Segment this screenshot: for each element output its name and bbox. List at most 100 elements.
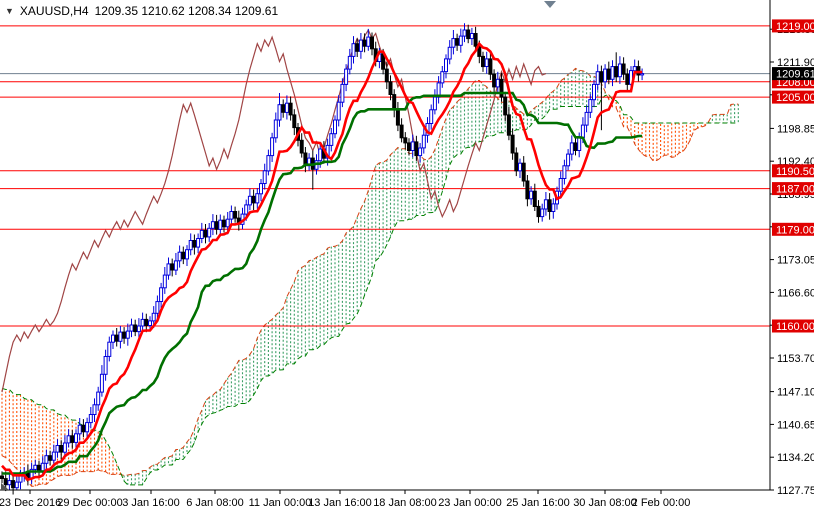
bear-candle — [181, 251, 186, 260]
bear-candle — [547, 199, 552, 213]
bear-candle — [573, 142, 578, 151]
bull-candle — [74, 433, 78, 443]
price-tick-label: 1153.70 — [777, 353, 814, 365]
bull-candle — [610, 66, 615, 80]
bull-candle — [55, 445, 60, 453]
bear-candle — [299, 139, 304, 154]
bear-candle — [606, 68, 611, 80]
bear-candle — [292, 114, 297, 129]
bull-candle — [318, 148, 323, 162]
bear-candle — [11, 480, 16, 489]
bull-candle — [344, 68, 349, 85]
bear-candle — [521, 162, 526, 182]
price-tick-label: 1198.85 — [777, 123, 814, 135]
bull-candle — [259, 183, 263, 195]
trading-chart-window[interactable]: ▼ XAUUSD,H4 1209.35 1210.62 1208.34 1209… — [0, 0, 814, 514]
bear-candle — [532, 190, 537, 207]
bull-candle — [66, 435, 71, 444]
bull-candle — [155, 301, 160, 314]
bull-candle — [151, 312, 156, 322]
bull-candle — [640, 73, 645, 76]
bear-candle — [614, 66, 619, 78]
bull-candle — [196, 238, 201, 248]
bull-candle — [558, 178, 563, 192]
bear-candle — [407, 142, 411, 151]
bull-candle — [7, 480, 12, 486]
bull-candle — [588, 99, 593, 113]
bear-candle — [392, 94, 397, 111]
bear-candle — [233, 211, 238, 219]
bear-candle — [133, 324, 138, 333]
bull-candle — [447, 46, 452, 60]
price-level-label: 1160.00 — [776, 321, 814, 333]
bull-candle — [162, 274, 167, 289]
bear-candle — [251, 195, 256, 204]
bull-candle — [225, 218, 230, 228]
date-tick-label: 2 Feb 00:00 — [632, 497, 691, 509]
bear-candle — [514, 152, 519, 172]
bear-candle — [414, 141, 419, 157]
bull-candle — [577, 137, 582, 152]
bull-candle — [247, 195, 252, 206]
bear-candle — [488, 58, 493, 75]
bear-candle — [70, 435, 75, 443]
bull-candle — [484, 58, 489, 68]
bull-candle — [88, 414, 93, 424]
bull-candle — [469, 33, 474, 40]
date-tick-label: 11 Jan 00:00 — [249, 497, 312, 509]
current-price-label: 1209.61 — [776, 69, 814, 81]
bear-candle — [59, 445, 64, 453]
bull-candle — [358, 39, 363, 52]
bull-candle — [329, 133, 334, 146]
bear-candle — [222, 219, 226, 228]
price-level-label: 1205.00 — [776, 92, 814, 104]
bull-candle — [210, 221, 215, 229]
bear-candle — [370, 36, 374, 50]
bear-candle — [399, 124, 404, 139]
bear-candle — [466, 29, 471, 40]
price-level-label: 1187.00 — [776, 184, 814, 196]
date-tick-label: 23 Jan 00:00 — [438, 497, 502, 509]
ichimoku-cloud — [1, 68, 739, 487]
chart-symbol-period: XAUUSD,H4 — [19, 4, 89, 18]
chart-ohlc-values: 1209.35 1210.62 1208.34 1209.61 — [94, 4, 279, 18]
price-tick-label: 1166.60 — [777, 287, 814, 299]
bull-candle — [495, 78, 500, 88]
bull-candle — [529, 190, 534, 200]
bull-candle — [518, 162, 522, 172]
bull-candle — [584, 111, 589, 126]
bear-candle — [122, 331, 127, 339]
chart-shift-marker-icon[interactable] — [544, 1, 556, 8]
bear-candle — [388, 81, 393, 96]
bear-candle — [81, 424, 86, 433]
bull-candle — [592, 83, 596, 101]
date-tick-label: 30 Jan 08:00 — [573, 497, 637, 509]
bull-candle — [96, 391, 101, 406]
bull-candle — [432, 96, 437, 111]
bull-candle — [148, 320, 152, 326]
bull-candle — [18, 475, 23, 483]
bear-candle — [621, 63, 626, 75]
date-tick-label: 3 Jan 16:00 — [122, 497, 180, 509]
price-level-label: 1190.50 — [776, 166, 814, 178]
bull-candle — [229, 211, 234, 220]
bull-candle — [166, 263, 171, 276]
bull-candle — [277, 104, 282, 121]
bull-candle — [40, 462, 45, 472]
date-tick-label: 29 Dec 00:00 — [57, 497, 122, 509]
bear-candle — [384, 68, 389, 83]
bull-candle — [551, 203, 556, 212]
bear-candle — [37, 464, 41, 472]
bull-candle — [273, 119, 278, 139]
bull-candle — [199, 229, 204, 239]
bull-candle — [458, 35, 463, 46]
bull-candle — [347, 55, 352, 70]
price-chart-canvas[interactable]: 1218.351211.901205.451198.851192.401185.… — [0, 0, 814, 514]
bull-candle — [543, 199, 548, 210]
price-level-label: 1179.00 — [776, 224, 814, 236]
symbol-dropdown-triangle-icon[interactable]: ▼ — [5, 6, 14, 16]
bull-candle — [107, 341, 112, 357]
bull-candle — [284, 102, 289, 113]
bull-candle — [336, 101, 341, 121]
bull-candle — [421, 134, 426, 149]
